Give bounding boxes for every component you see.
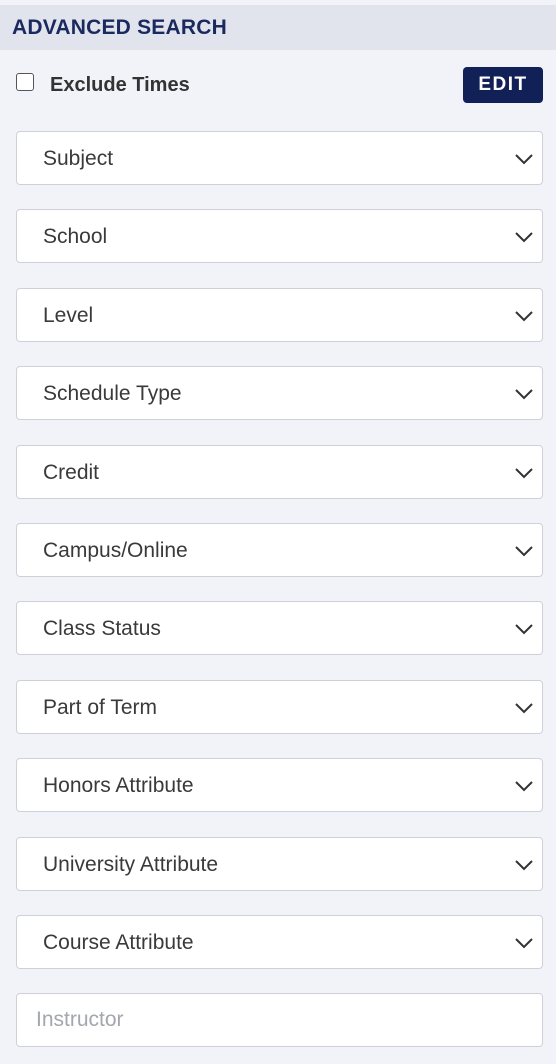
chevron-down-icon (514, 933, 534, 953)
school-select-label: School (43, 225, 108, 249)
honors-attribute-select[interactable]: Honors Attribute (16, 758, 543, 813)
chevron-down-icon (514, 384, 534, 404)
exclude-times-row: Exclude Times EDIT (0, 62, 556, 106)
chevron-down-icon (514, 698, 534, 718)
class-status-select[interactable]: Class Status (16, 601, 543, 656)
credit-select[interactable]: Credit (16, 444, 543, 499)
chevron-down-icon (514, 463, 534, 483)
campus-online-select[interactable]: Campus/Online (16, 522, 543, 577)
chevron-down-icon (514, 306, 534, 326)
schedule-type-select[interactable]: Schedule Type (16, 366, 543, 421)
university-attribute-select-label: University Attribute (43, 852, 219, 876)
subject-select-label: Subject (43, 147, 114, 170)
instructor-input[interactable] (16, 993, 543, 1047)
chevron-down-icon (514, 619, 534, 639)
university-attribute-select[interactable]: University Attribute (16, 836, 543, 891)
level-select-label: Level (43, 303, 94, 327)
schedule-type-select-label: Schedule Type (43, 382, 182, 406)
part-of-term-select-label: Part of Term (43, 695, 157, 719)
chevron-down-icon (514, 149, 534, 169)
school-select[interactable]: School (16, 209, 543, 264)
filter-dropdown-list: Subject School Level Schedule Type Credi… (16, 131, 543, 993)
chevron-down-icon (514, 855, 534, 875)
part-of-term-select[interactable]: Part of Term (16, 679, 543, 734)
honors-attribute-select-label: Honors Attribute (43, 774, 194, 798)
course-attribute-select-label: Course Attribute (43, 930, 194, 954)
chevron-down-icon (514, 227, 534, 247)
course-attribute-select[interactable]: Course Attribute (16, 914, 543, 969)
exclude-times-label[interactable]: Exclude Times (50, 62, 190, 106)
class-status-select-label: Class Status (43, 617, 161, 641)
campus-online-select-label: Campus/Online (43, 538, 188, 562)
credit-select-label: Credit (43, 460, 100, 484)
subject-select[interactable]: Subject (16, 131, 543, 185)
edit-button[interactable]: EDIT (463, 67, 543, 103)
level-select[interactable]: Level (16, 287, 543, 342)
chevron-down-icon (514, 541, 534, 561)
advanced-search-header: ADVANCED SEARCH (0, 5, 556, 50)
exclude-times-checkbox[interactable] (16, 73, 34, 91)
advanced-search-title: ADVANCED SEARCH (12, 16, 227, 39)
chevron-down-icon (514, 776, 534, 796)
